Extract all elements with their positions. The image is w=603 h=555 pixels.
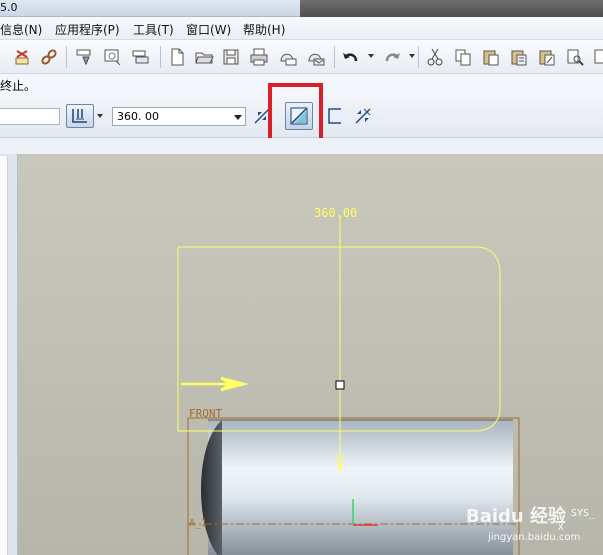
remove-material-icon[interactable] xyxy=(324,105,346,127)
datum-axis-label: A_1 xyxy=(189,518,207,529)
chevron-down-icon xyxy=(234,115,242,120)
model-tree-area[interactable] xyxy=(0,156,8,555)
depth-value-text: 360. 00 xyxy=(117,110,159,123)
model-tree-panel xyxy=(0,138,18,555)
print-icon[interactable] xyxy=(248,46,270,68)
menu-help[interactable]: 帮助(H) xyxy=(243,21,285,38)
graphics-window[interactable]: FRONT A_1 SYS_ X 360.00 xyxy=(18,154,603,555)
regenerate-icon[interactable] xyxy=(11,46,33,68)
toolbar-separator xyxy=(160,46,161,68)
cut-icon[interactable] xyxy=(424,46,446,68)
title-bar-dark-area xyxy=(300,0,603,17)
graphics-top-gap xyxy=(18,138,603,154)
save-icon[interactable] xyxy=(220,46,242,68)
undo-dropdown-arrow[interactable] xyxy=(368,54,374,58)
find-icon[interactable] xyxy=(564,46,586,68)
toolbar-separator xyxy=(418,46,419,68)
copy-icon[interactable] xyxy=(452,46,474,68)
toolbar-separator xyxy=(334,46,335,68)
datum-front-label: FRONT xyxy=(189,407,222,420)
new-file-icon[interactable] xyxy=(166,46,188,68)
watermark-url: jingyan.baidu.com xyxy=(488,532,581,543)
flip-material-icon[interactable] xyxy=(352,105,374,127)
open-file-icon[interactable] xyxy=(193,46,215,68)
paste-icon[interactable] xyxy=(480,46,502,68)
redo-icon[interactable] xyxy=(381,46,403,68)
chain-icon[interactable] xyxy=(38,46,60,68)
sort-icon[interactable] xyxy=(536,46,558,68)
redraw-icon[interactable] xyxy=(102,46,124,68)
dashboard-left-field[interactable] xyxy=(0,108,60,125)
redo-dropdown-arrow[interactable] xyxy=(409,54,415,58)
app-window: 5.0 信息(N) 应用程序(P) 工具(T) 窗口(W) 帮助(H) 终止。 … xyxy=(0,0,603,555)
select-filter-icon[interactable] xyxy=(74,46,96,68)
depth-type-dropdown-arrow[interactable] xyxy=(97,114,103,118)
watermark-logo: Baidu 经验 xyxy=(466,506,567,527)
drag-handle[interactable] xyxy=(335,380,345,390)
depth-blind-icon xyxy=(72,109,87,123)
depth-blind-button[interactable] xyxy=(66,104,94,128)
main-toolbar xyxy=(0,40,603,74)
email-icon[interactable] xyxy=(276,46,298,68)
panel-gap xyxy=(0,138,18,154)
menu-bar: 信息(N) 应用程序(P) 工具(T) 窗口(W) 帮助(H) xyxy=(0,17,603,40)
watermark: Baidu 经验 jingyan.baidu.com xyxy=(466,500,603,555)
model-viewport: FRONT A_1 SYS_ X 360.00 xyxy=(177,206,596,555)
toolbar-overflow-icon[interactable] xyxy=(590,46,603,68)
toolbar-separator xyxy=(66,46,67,68)
view-icon[interactable] xyxy=(130,46,152,68)
menu-applications[interactable]: 应用程序(P) xyxy=(55,21,120,38)
material-direction-arrow[interactable] xyxy=(181,376,249,392)
undo-icon[interactable] xyxy=(340,46,362,68)
menu-tools[interactable]: 工具(T) xyxy=(133,21,174,38)
title-bar: 5.0 xyxy=(0,0,603,17)
dimension-label: 360.00 xyxy=(314,206,357,220)
window-title: 5.0 xyxy=(0,1,18,14)
depth-value-select[interactable]: 360. 00 xyxy=(112,107,246,126)
paste-special-icon[interactable] xyxy=(508,46,530,68)
menu-info[interactable]: 信息(N) xyxy=(0,21,42,38)
send-icon[interactable] xyxy=(304,46,326,68)
message-text: 终止。 xyxy=(0,79,37,93)
menu-window[interactable]: 窗口(W) xyxy=(186,21,231,38)
